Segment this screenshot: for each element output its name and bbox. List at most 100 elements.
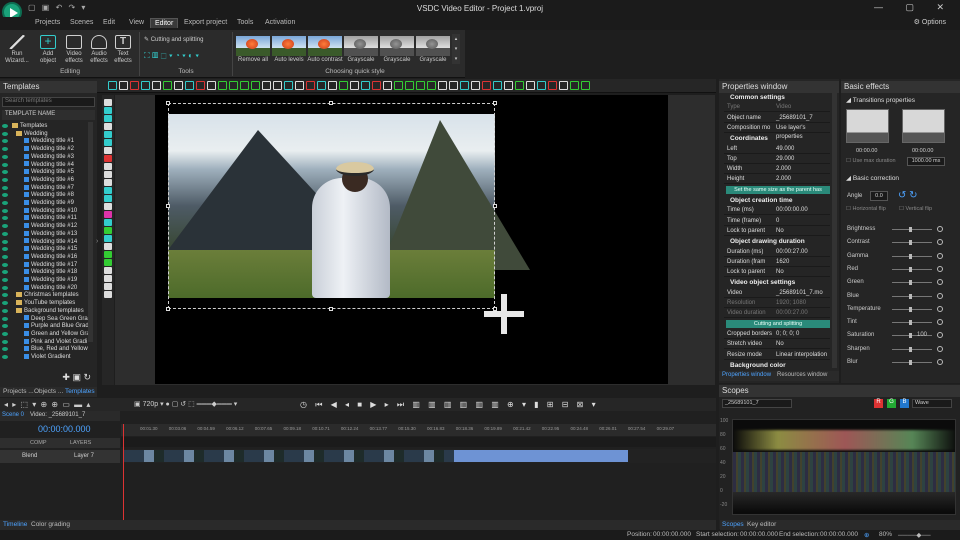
vertical-tool-icon[interactable]: [104, 179, 112, 186]
tree-actions[interactable]: ✚ ▣ ↻: [0, 372, 97, 384]
toolbar-tool-icon[interactable]: [515, 81, 524, 90]
reset-icon[interactable]: [937, 345, 943, 352]
reset-icon[interactable]: [937, 265, 943, 272]
scope-mode-select[interactable]: Wave: [912, 399, 952, 408]
toolbar-tool-icon[interactable]: [163, 81, 172, 90]
toolbar-tool-icon[interactable]: [438, 81, 447, 90]
toolbar-tool-icon[interactable]: [218, 81, 227, 90]
vertical-tool-icon[interactable]: [104, 107, 112, 114]
left-tab-1[interactable]: Objects ...: [34, 388, 63, 395]
visibility-eye-icon[interactable]: [2, 208, 8, 213]
resize-handle[interactable]: [493, 101, 497, 105]
property-action-button[interactable]: Set the same size as the parent has: [726, 185, 830, 194]
visibility-eye-icon[interactable]: [2, 216, 8, 221]
visibility-eye-icon[interactable]: [2, 247, 8, 252]
visibility-eye-icon[interactable]: [2, 185, 8, 190]
reset-icon[interactable]: [937, 279, 943, 286]
vertical-tool-icon[interactable]: [104, 171, 112, 178]
visibility-eye-icon[interactable]: [2, 177, 8, 182]
audio-effects-button[interactable]: Audio effects: [87, 35, 111, 65]
slider-track[interactable]: [892, 308, 932, 310]
visibility-eye-icon[interactable]: [2, 293, 8, 298]
quick-style-thumb[interactable]: [416, 36, 450, 56]
toolbar-tool-icon[interactable]: [152, 81, 161, 90]
selection-box[interactable]: [168, 103, 495, 309]
reset-icon[interactable]: [937, 226, 943, 232]
quick-style-thumb[interactable]: [308, 36, 342, 56]
slider-temperature[interactable]: Temperature: [847, 305, 955, 314]
property-section-header[interactable]: Coordinates: [722, 134, 830, 143]
menu-item-view[interactable]: View: [125, 18, 148, 27]
slider-blur[interactable]: Blur: [847, 358, 955, 367]
menu-item-tools[interactable]: Tools: [233, 18, 257, 27]
tree-scrollbar[interactable]: [88, 122, 93, 342]
vertical-tool-icon[interactable]: [104, 235, 112, 242]
template-tree-item[interactable]: Violet Gradient: [24, 353, 71, 361]
visibility-eye-icon[interactable]: [2, 170, 8, 175]
toolbar-tool-icon[interactable]: [240, 81, 249, 90]
property-row[interactable]: Width 2.000: [724, 165, 830, 175]
vertical-tool-icon[interactable]: [104, 139, 112, 146]
toolbar-tool-icon[interactable]: [372, 81, 381, 90]
toolbar-tool-icon[interactable]: [559, 81, 568, 90]
scene-tab[interactable]: Scene 0: [2, 412, 24, 418]
property-row[interactable]: Height 2.000: [724, 175, 830, 185]
reset-icon[interactable]: [937, 332, 943, 339]
vertical-tool-icon[interactable]: [104, 283, 112, 290]
toolbar-tool-icon[interactable]: [185, 81, 194, 90]
reset-icon[interactable]: [937, 319, 943, 326]
vertical-tool-icon[interactable]: [104, 115, 112, 122]
toolbar-tool-icon[interactable]: [526, 81, 535, 90]
property-row[interactable]: Duration (fram 1620: [724, 258, 830, 267]
toolbar-tool-icon[interactable]: [196, 81, 205, 90]
resize-handle[interactable]: [166, 204, 170, 208]
transition-clip[interactable]: [454, 450, 628, 462]
property-row[interactable]: Lock to parent No: [724, 268, 830, 278]
vertical-tool-icon[interactable]: [104, 123, 112, 130]
vertical-tool-icon[interactable]: [104, 187, 112, 194]
visibility-eye-icon[interactable]: [2, 331, 8, 336]
toolbar-tool-icon[interactable]: [383, 81, 392, 90]
property-row[interactable]: Type Video: [724, 103, 830, 113]
toolbar-tool-icon[interactable]: [229, 81, 238, 90]
resize-handle[interactable]: [166, 101, 170, 105]
slider-gamma[interactable]: Gamma: [847, 252, 955, 261]
scope-source-select[interactable]: _25689101_7: [722, 399, 792, 408]
slider-brightness[interactable]: Brightness: [847, 225, 955, 234]
properties-tab-0[interactable]: Properties window: [722, 372, 771, 378]
resize-handle[interactable]: [329, 101, 333, 105]
toolbar-tool-icon[interactable]: [262, 81, 271, 90]
toolbar-tool-icon[interactable]: [273, 81, 282, 90]
text-effects-button[interactable]: T Text effects: [112, 35, 134, 65]
menu-item-editor[interactable]: Editor: [150, 18, 179, 28]
visibility-eye-icon[interactable]: [2, 270, 8, 275]
toolbar-tool-icon[interactable]: [405, 81, 414, 90]
slider-green[interactable]: Green: [847, 278, 955, 287]
toolbar-tool-icon[interactable]: [174, 81, 183, 90]
property-row[interactable]: Left 49.000: [724, 145, 830, 154]
visibility-eye-icon[interactable]: [2, 193, 8, 198]
vertical-flip-checkbox[interactable]: ☐ Vertical flip: [899, 206, 932, 212]
style-scroll[interactable]: ▴ ▾ ▾: [452, 34, 460, 64]
toolbar-tool-icon[interactable]: [251, 81, 260, 90]
property-row[interactable]: Object name _25689101_7: [724, 114, 830, 123]
toolbar-tool-icon[interactable]: [460, 81, 469, 90]
visibility-eye-icon[interactable]: [2, 239, 8, 244]
vertical-tool-icon[interactable]: [104, 99, 112, 106]
toolbar-tool-icon[interactable]: [108, 81, 117, 90]
vertical-tool-icon[interactable]: [104, 275, 112, 282]
resize-handle[interactable]: [493, 204, 497, 208]
visibility-eye-icon[interactable]: [2, 262, 8, 267]
slider-knob[interactable]: [909, 280, 912, 286]
visibility-eye-icon[interactable]: [2, 278, 8, 282]
horizontal-flip-checkbox[interactable]: ☐ Horizontal flip: [846, 206, 886, 212]
vertical-tool-icon[interactable]: [104, 267, 112, 274]
slider-track[interactable]: [892, 282, 932, 284]
slider-knob[interactable]: [909, 346, 912, 352]
visibility-eye-icon[interactable]: [2, 308, 8, 313]
visibility-eye-icon[interactable]: [2, 201, 8, 205]
toolbar-tool-icon[interactable]: [394, 81, 403, 90]
max-duration-checkbox[interactable]: ☐ Use max duration: [846, 158, 896, 164]
menu-item-scenes[interactable]: Scenes: [66, 18, 97, 27]
vertical-tool-icon[interactable]: [104, 259, 112, 266]
